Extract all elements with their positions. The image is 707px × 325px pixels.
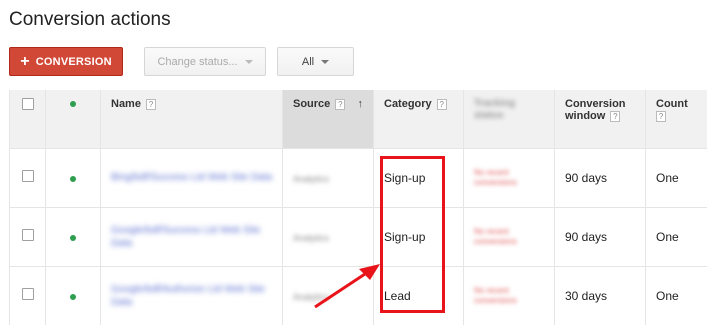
row-source-cell: Analytics bbox=[282, 148, 374, 208]
add-conversion-label: CONVERSION bbox=[35, 55, 112, 68]
page-title: Conversion actions bbox=[9, 9, 171, 30]
help-icon[interactable]: ? bbox=[146, 98, 157, 110]
help-icon[interactable]: ? bbox=[335, 98, 346, 110]
conversion-name-link[interactable]: Bing/bdf/Success Ltd Web Site Data bbox=[111, 171, 272, 184]
status-dot-icon bbox=[70, 175, 76, 182]
source-value: Analytics bbox=[293, 232, 330, 243]
category-value: Lead bbox=[384, 288, 411, 303]
add-conversion-button[interactable]: + CONVERSION bbox=[9, 47, 123, 76]
category-header[interactable]: Category ? bbox=[373, 90, 464, 149]
source-header-label: Source bbox=[293, 98, 331, 110]
conversions-table: Name ? Source ? ↑ Category ? Tracking sta… bbox=[9, 90, 707, 325]
window-value: 90 days bbox=[565, 170, 608, 185]
count-value: One bbox=[656, 229, 679, 244]
row-category-cell: Sign-up bbox=[373, 207, 464, 267]
window-value: 30 days bbox=[565, 288, 608, 303]
row-name-cell: Bing/bdf/Success Ltd Web Site Data bbox=[100, 148, 283, 208]
count-header[interactable]: Count? bbox=[645, 90, 707, 149]
row-checkbox[interactable] bbox=[21, 229, 34, 241]
tracking-header[interactable]: Tracking status bbox=[463, 90, 555, 149]
window-value: 90 days bbox=[565, 229, 608, 244]
tracking-status-value: No recent conversions bbox=[474, 226, 517, 246]
category-header-label: Category bbox=[384, 98, 432, 110]
row-checkbox[interactable] bbox=[21, 170, 34, 182]
help-icon[interactable]: ? bbox=[436, 98, 447, 110]
source-value: Analytics bbox=[293, 291, 330, 302]
sort-arrow-up-icon[interactable]: ↑ bbox=[358, 98, 364, 110]
count-value: One bbox=[656, 288, 679, 303]
tracking-status-value: No recent conversions bbox=[474, 167, 517, 187]
row-count-cell: One bbox=[645, 207, 707, 267]
row-source-cell: Analytics bbox=[282, 207, 374, 267]
name-header-label: Name bbox=[111, 98, 141, 110]
tracking-status-value: No recent conversions bbox=[474, 285, 517, 305]
row-select-cell bbox=[9, 266, 46, 325]
plus-icon: + bbox=[20, 52, 30, 70]
row-count-cell: One bbox=[645, 148, 707, 208]
name-header[interactable]: Name ? bbox=[100, 90, 283, 149]
row-name-cell: Google/bdf/Authorize Ltd Web Site Data bbox=[100, 266, 283, 325]
row-source-cell: Analytics bbox=[282, 266, 374, 325]
row-count-cell: One bbox=[645, 266, 707, 325]
table-row: Bing/bdf/Success Ltd Web Site Data Analy… bbox=[9, 148, 707, 208]
conversion-name-link[interactable]: Google/bdf/Success Ltd Web Site Data bbox=[111, 224, 272, 250]
count-header-label: Count bbox=[656, 98, 688, 110]
row-status-cell bbox=[45, 207, 101, 267]
change-status-dropdown[interactable]: Change status... bbox=[144, 47, 266, 76]
row-status-cell bbox=[45, 266, 101, 325]
table-row: Google/bdf/Success Ltd Web Site Data Ana… bbox=[9, 207, 707, 267]
row-status-cell bbox=[45, 148, 101, 208]
row-select-cell bbox=[9, 207, 46, 267]
help-icon[interactable]: ? bbox=[656, 110, 666, 122]
status-dot-icon bbox=[70, 293, 76, 300]
row-category-cell: Sign-up bbox=[373, 148, 464, 208]
select-all-checkbox[interactable] bbox=[21, 98, 34, 110]
row-checkbox[interactable] bbox=[21, 288, 34, 300]
table-row: Google/bdf/Authorize Ltd Web Site Data A… bbox=[9, 266, 707, 325]
source-value: Analytics bbox=[293, 173, 330, 184]
caret-down-icon bbox=[244, 59, 253, 64]
filter-label: All bbox=[301, 55, 315, 68]
change-status-label: Change status... bbox=[157, 55, 238, 68]
row-tracking-cell: No recent conversions bbox=[463, 266, 555, 325]
row-window-cell: 90 days bbox=[554, 148, 646, 208]
status-dot-icon bbox=[70, 101, 76, 107]
row-tracking-cell: No recent conversions bbox=[463, 148, 555, 208]
window-header[interactable]: Conversion window ? bbox=[554, 90, 646, 149]
conversion-name-link[interactable]: Google/bdf/Authorize Ltd Web Site Data bbox=[111, 283, 272, 309]
row-tracking-cell: No recent conversions bbox=[463, 207, 555, 267]
category-value: Sign-up bbox=[384, 170, 426, 185]
row-category-cell: Lead bbox=[373, 266, 464, 325]
caret-down-icon bbox=[321, 59, 330, 64]
status-header bbox=[45, 90, 101, 149]
filter-dropdown[interactable]: All bbox=[277, 47, 354, 76]
count-value: One bbox=[656, 170, 679, 185]
row-select-cell bbox=[9, 148, 46, 208]
select-all-header bbox=[9, 90, 46, 149]
help-icon[interactable]: ? bbox=[610, 110, 621, 122]
category-value: Sign-up bbox=[384, 229, 426, 244]
row-window-cell: 90 days bbox=[554, 207, 646, 267]
source-header[interactable]: Source ? ↑ bbox=[282, 90, 374, 149]
row-name-cell: Google/bdf/Success Ltd Web Site Data bbox=[100, 207, 283, 267]
status-dot-icon bbox=[70, 234, 76, 241]
tracking-header-label: Tracking status bbox=[474, 98, 516, 121]
row-window-cell: 30 days bbox=[554, 266, 646, 325]
